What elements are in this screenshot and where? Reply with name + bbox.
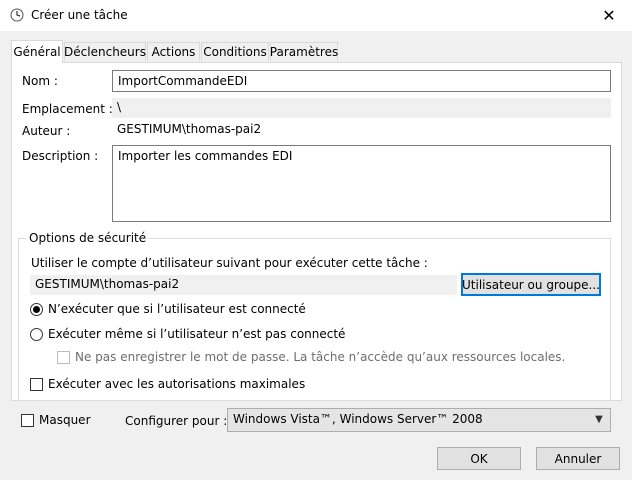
close-button[interactable]: ✕ <box>586 0 632 31</box>
run-whether-logged-on-label: Exécuter même si l’utilisateur n’est pas… <box>48 327 346 341</box>
tab-settings-label: Paramètres <box>269 45 339 59</box>
ok-button[interactable]: OK <box>437 447 521 470</box>
tab-conditions-label: Conditions <box>203 45 267 59</box>
tab-settings[interactable]: Paramètres <box>270 42 338 61</box>
location-value: \ <box>112 98 611 118</box>
account-value: GESTIMUM\thomas-pai2 <box>30 275 457 295</box>
window-title: Créer une tâche <box>31 8 128 22</box>
tab-general-label: Général <box>13 45 61 59</box>
name-input[interactable]: ImportCommandeEDI <box>112 70 611 92</box>
ok-button-label: OK <box>470 451 488 466</box>
author-value: GESTIMUM\thomas-pai2 <box>117 122 262 136</box>
clock-icon <box>10 8 24 22</box>
do-not-store-password-checkbox[interactable] <box>57 351 70 364</box>
description-label: Description : <box>22 149 99 163</box>
account-prompt: Utiliser le compte d’utilisateur suivant… <box>31 256 428 270</box>
author-label: Auteur : <box>22 124 71 138</box>
hidden-checkbox[interactable] <box>21 414 34 427</box>
close-icon: ✕ <box>602 6 616 25</box>
tab-actions-label: Actions <box>151 45 196 59</box>
tab-conditions[interactable]: Conditions <box>201 42 269 61</box>
run-whether-logged-on-radio[interactable] <box>30 328 43 341</box>
highest-privileges-checkbox[interactable] <box>30 378 43 391</box>
configure-for-label: Configurer pour : <box>125 414 228 428</box>
tab-actions[interactable]: Actions <box>147 42 200 61</box>
do-not-store-password-label: Ne pas enregistrer le mot de passe. La t… <box>75 350 566 364</box>
chevron-down-icon: ▼ <box>595 413 603 425</box>
cancel-button-label: Annuler <box>554 451 602 466</box>
run-when-logged-on-radio[interactable] <box>30 303 43 316</box>
configure-for-dropdown[interactable]: Windows Vista™, Windows Server™ 2008 <box>227 408 611 432</box>
tab-general[interactable]: Général <box>11 40 63 63</box>
tab-triggers-label: Déclencheurs <box>64 45 146 59</box>
hidden-label: Masquer <box>39 413 91 427</box>
name-label: Nom : <box>22 74 58 88</box>
location-label: Emplacement : <box>22 102 113 116</box>
tab-triggers[interactable]: Déclencheurs <box>64 42 146 61</box>
run-when-logged-on-label: N’exécuter que si l’utilisateur est conn… <box>48 302 306 316</box>
cancel-button[interactable]: Annuler <box>536 447 620 470</box>
user-or-group-button-label: Utilisateur ou groupe... <box>462 277 600 292</box>
user-or-group-button[interactable]: Utilisateur ou groupe... <box>461 273 601 296</box>
configure-for-value: Windows Vista™, Windows Server™ 2008 <box>233 412 483 426</box>
security-options-legend: Options de sécurité <box>26 231 150 245</box>
highest-privileges-label: Exécuter avec les autorisations maximale… <box>48 377 306 391</box>
description-input[interactable]: Importer les commandes EDI <box>112 145 611 222</box>
